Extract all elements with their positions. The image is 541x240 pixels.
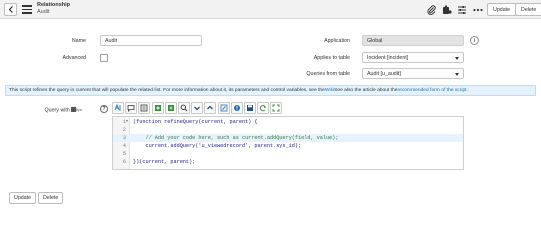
script-debugger-icon[interactable] [230,102,243,114]
header-update-button[interactable]: Update [487,3,517,16]
applies-to-label: Applies to table [313,55,350,61]
attachment-icon[interactable] [426,4,437,15]
line-number: 6 [122,159,126,165]
chevron-down-icon[interactable] [191,102,204,114]
name-input[interactable]: Audit [100,35,202,46]
fullscreen-icon[interactable] [270,102,283,114]
script-editor-toolbar [112,102,283,115]
form-header: Relationship Audit Update Delete [0,0,541,19]
record-title: Relationship Audit [37,2,70,16]
more-options-icon[interactable] [472,4,483,15]
fold-toggle-icon[interactable]: ▾ [126,118,128,126]
format-code-icon[interactable] [138,102,151,114]
comment-icon[interactable] [125,102,138,114]
applies-to-value: Incident [incident] [367,54,409,61]
script-info-banner: This script refines the query in current… [5,85,536,96]
refresh-icon[interactable] [257,102,270,114]
code-text: })(current, parent); [133,159,196,165]
replace-icon[interactable] [217,102,230,114]
settings-sliders-icon[interactable] [456,4,467,15]
queries-from-select[interactable]: Audit [u_audit] [362,68,464,79]
code-line[interactable]: 6 })(current, parent); [113,158,463,166]
query-with-label: Query with/v> [44,107,82,114]
line-number: 4 [122,143,126,149]
delete-button[interactable]: Delete [38,192,64,204]
line-number: 3 [122,135,126,141]
code-text: (function refineQuery(current, parent) { [133,119,258,125]
dropdown-arrow-icon [455,72,459,76]
advanced-label: Advanced [62,55,86,61]
recommended-form-link[interactable]: recommended form of the script. [397,88,467,93]
record-name: Audit [37,9,50,15]
hamburger-menu-icon[interactable] [22,5,32,14]
application-field: Global [362,35,464,46]
line-number: 2 [122,127,126,133]
dropdown-arrow-icon [455,56,459,60]
code-text: // Add your code here, such as current.a… [133,135,339,141]
help-icon[interactable]: ? [100,105,108,113]
update-button[interactable]: Update [9,192,37,204]
save-icon[interactable] [243,102,256,114]
chevron-up-icon[interactable] [204,102,217,114]
wiki-link[interactable]: Wiki [325,88,334,93]
code-text: current.addQuery('u_viewedrecord', paren… [133,143,302,149]
toggle-syntax-icon[interactable] [112,102,124,114]
info-icon[interactable]: i [470,36,479,45]
name-label: Name [71,38,86,44]
line-number: 5 [122,151,126,157]
code-line[interactable]: 2 [113,126,463,134]
insert-icon[interactable] [151,102,164,114]
record-type: Relationship [37,2,71,8]
code-line[interactable]: 3 // Add your code here, such as current… [113,134,463,142]
activity-stream-icon[interactable] [441,4,452,15]
code-line[interactable]: 5 [113,150,463,158]
advanced-checkbox[interactable] [100,54,108,62]
script-include-icon[interactable] [164,102,177,114]
code-line[interactable]: 4 current.addQuery('u_viewedrecord', par… [113,142,463,150]
queries-from-value: Audit [u_audit] [367,70,401,77]
search-icon[interactable] [177,102,190,114]
queries-from-label: Queries from table [306,71,350,77]
header-delete-button[interactable]: Delete [515,3,541,16]
back-button[interactable] [4,3,17,16]
code-line[interactable]: 1 ▾ (function refineQuery(current, parent)… [113,118,463,126]
line-number: 1 [122,119,126,125]
chevron-left-icon [8,6,13,13]
script-editor[interactable]: 1 ▾ (function refineQuery(current, parent)… [112,116,464,170]
application-label: Application [324,38,350,44]
applies-to-select[interactable]: Incident [incident] [362,52,464,63]
